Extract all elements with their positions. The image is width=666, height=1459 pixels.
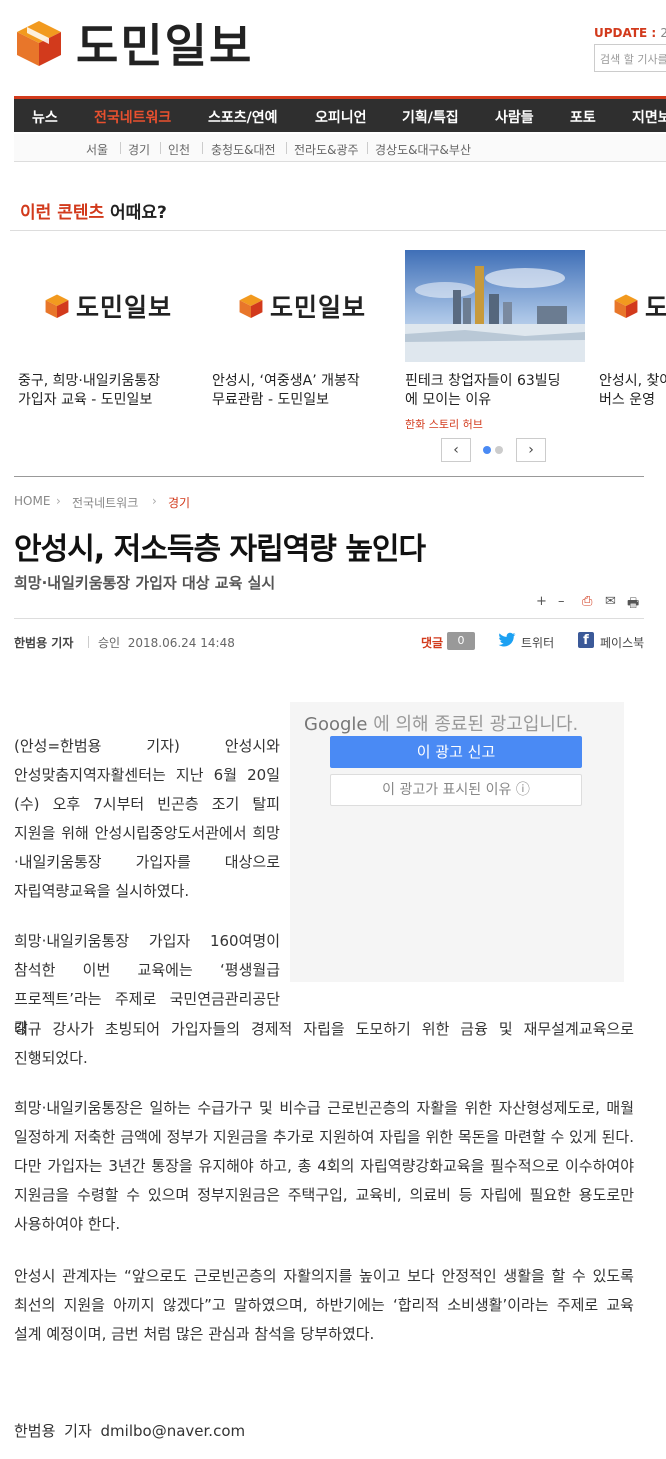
- breadcrumb-home[interactable]: HOME: [14, 494, 50, 508]
- reporter-name: 한범용 기자: [14, 636, 74, 650]
- subnav-divider: [367, 142, 368, 154]
- search-input[interactable]: 검색 할 기사를 입력하세요: [594, 44, 666, 72]
- card-title: 안성시, ‘여중생A’ 개봉작 무료관람 - 도민일보: [212, 373, 360, 408]
- subnav-divider: [202, 142, 203, 154]
- subnav-item-gyeongsang[interactable]: 경상도&대구&부산: [375, 141, 471, 158]
- card-title: 중구, 희망·내일키움통장 가입자 교육 - 도민일보: [18, 373, 161, 408]
- card-thumbnail: 도민일보: [212, 250, 392, 362]
- card-thumbnail: 도민일보: [599, 250, 666, 362]
- meta-divider: [88, 636, 89, 648]
- subnav-item-seoul[interactable]: 서울: [86, 141, 108, 158]
- nav-item-print[interactable]: 지면보기: [632, 107, 666, 127]
- logo-cube-icon: [239, 294, 263, 318]
- subnav-item-gyeonggi[interactable]: 경기: [128, 141, 150, 158]
- twitter-share-label[interactable]: 트위터: [521, 634, 554, 651]
- subnav-item-jeolla[interactable]: 전라도&광주: [294, 141, 359, 158]
- site-logo[interactable]: 도민일보: [14, 14, 253, 73]
- facebook-icon[interactable]: f: [578, 632, 594, 648]
- facebook-share-label[interactable]: 페이스북: [600, 634, 644, 651]
- main-nav: 뉴스 전국네트워크 스포츠/연예 오피니언 기획/특집 사람들 포토 지면보기: [14, 96, 666, 132]
- nav-item-national-network[interactable]: 전국네트워크: [94, 107, 171, 127]
- save-icon[interactable]: 🖶: [627, 594, 639, 616]
- card-title: 안성시, 찾아가는버스 운영: [599, 373, 666, 408]
- article-paragraph-4: 안성시 관계자는 “앞으로도 근로빈곤층의 자활의지를 높이고 보다 안정적인 …: [14, 1267, 634, 1343]
- nav-item-news[interactable]: 뉴스: [32, 107, 58, 127]
- comment-label[interactable]: 댓글: [421, 634, 443, 651]
- update-date: 2018: [660, 26, 666, 40]
- recommend-card-1[interactable]: 도민일보 중구, 희망·내일키움통장 가입자 교육 - 도민일보: [18, 250, 198, 410]
- breadcrumb-gyeonggi[interactable]: 경기: [168, 494, 190, 511]
- card-logo: 도민일보: [238, 288, 366, 324]
- email-icon[interactable]: ✉: [605, 594, 616, 609]
- recommend-card-2[interactable]: 도민일보 안성시, ‘여중생A’ 개봉작 무료관람 - 도민일보: [212, 250, 392, 410]
- why-this-ad-button[interactable]: 이 광고가 표시된 이유 ⓘ: [330, 774, 582, 806]
- carousel-prev-button[interactable]: ‹: [441, 438, 471, 462]
- logo-cube-icon: [17, 21, 61, 66]
- article-byline: 한범용 기자 dmilbo@naver.com: [14, 1422, 246, 1440]
- nav-item-photo[interactable]: 포토: [570, 107, 596, 127]
- recommend-divider: [10, 230, 666, 231]
- nav-item-sports[interactable]: 스포츠/연예: [208, 107, 278, 127]
- sub-nav: 서울 경기 인천 충청도&대전 전라도&광주 경상도&대구&부산: [14, 134, 666, 162]
- chevron-right-icon: ›: [152, 494, 157, 508]
- article-paragraph-2b: 태규 강사가 초빙되어 가입자들의 경제적 자립을 도모하기 위한 금융 및 재…: [14, 1020, 634, 1067]
- print-icon[interactable]: ⎙: [582, 594, 592, 609]
- breadcrumb-national-network[interactable]: 전국네트워크: [72, 494, 138, 511]
- logo-cube-icon: [45, 294, 69, 318]
- carousel-dot-active[interactable]: [483, 446, 491, 454]
- subnav-item-incheon[interactable]: 인천: [168, 141, 190, 158]
- meta-divider: [14, 618, 644, 619]
- subnav-divider: [160, 142, 161, 154]
- section-divider: [14, 476, 644, 477]
- report-ad-button[interactable]: 이 광고 신고: [330, 736, 582, 768]
- comment-count-badge[interactable]: 0: [447, 632, 475, 650]
- article-paragraph-3: 희망·내일키움통장은 일하는 수급가구 및 비수급 근로빈곤층의 자활을 위한 …: [14, 1099, 634, 1233]
- font-decrease-icon[interactable]: –: [558, 594, 565, 609]
- card-title: 핀테크 창업자들이 63빌딩 에 모이는 이유: [405, 373, 561, 408]
- update-label: UPDATE : 2018: [594, 26, 666, 40]
- article-subheadline: 희망·내일키움통장 가입자 대상 교육 실시: [14, 574, 276, 592]
- twitter-icon[interactable]: [498, 632, 516, 648]
- article-headline: 안성시, 저소득층 자립역량 높인다: [14, 532, 426, 567]
- nav-item-features[interactable]: 기획/특집: [402, 107, 459, 127]
- logo-text: 도민일보: [76, 19, 254, 73]
- card-thumbnail: 도민일보: [18, 250, 198, 362]
- card-logo: 도민일보: [44, 288, 172, 324]
- nav-item-people[interactable]: 사람들: [495, 107, 534, 127]
- carousel-dot[interactable]: [495, 446, 503, 454]
- ad-closed-message: Google 에 의해 종료된 광고입니다.: [304, 714, 579, 735]
- card-logo: 도민일보: [613, 288, 666, 324]
- chevron-right-icon: ›: [56, 494, 61, 508]
- ad-closed-panel: Google 에 의해 종료된 광고입니다. 이 광고 신고 이 광고가 표시된…: [290, 702, 624, 982]
- subnav-divider: [286, 142, 287, 154]
- recommend-title: 이런 콘텐츠 어때요?: [20, 203, 167, 223]
- recommend-card-4[interactable]: 도민일보 안성시, 찾아가는버스 운영: [599, 250, 666, 410]
- font-increase-icon[interactable]: +: [536, 594, 547, 609]
- approved-time: 승인 2018.06.24 14:48: [98, 636, 235, 650]
- subnav-item-chungcheong[interactable]: 충청도&대전: [211, 141, 276, 158]
- card-source: 한화 스토리 허브: [405, 418, 483, 431]
- recommend-card-3[interactable]: 핀테크 창업자들이 63빌딩 에 모이는 이유 한화 스토리 허브: [405, 250, 585, 432]
- nav-item-opinion[interactable]: 오피니언: [315, 107, 367, 127]
- subnav-divider: [120, 142, 121, 154]
- card-photo-thumbnail: [405, 250, 585, 362]
- carousel-next-button[interactable]: ›: [516, 438, 546, 462]
- article-paragraph-1: (안성=한범용 기자) 안성시와 안성맞춤지역자활센터는 지난 6월 20일(수…: [14, 737, 280, 900]
- logo-cube-icon: [614, 294, 638, 318]
